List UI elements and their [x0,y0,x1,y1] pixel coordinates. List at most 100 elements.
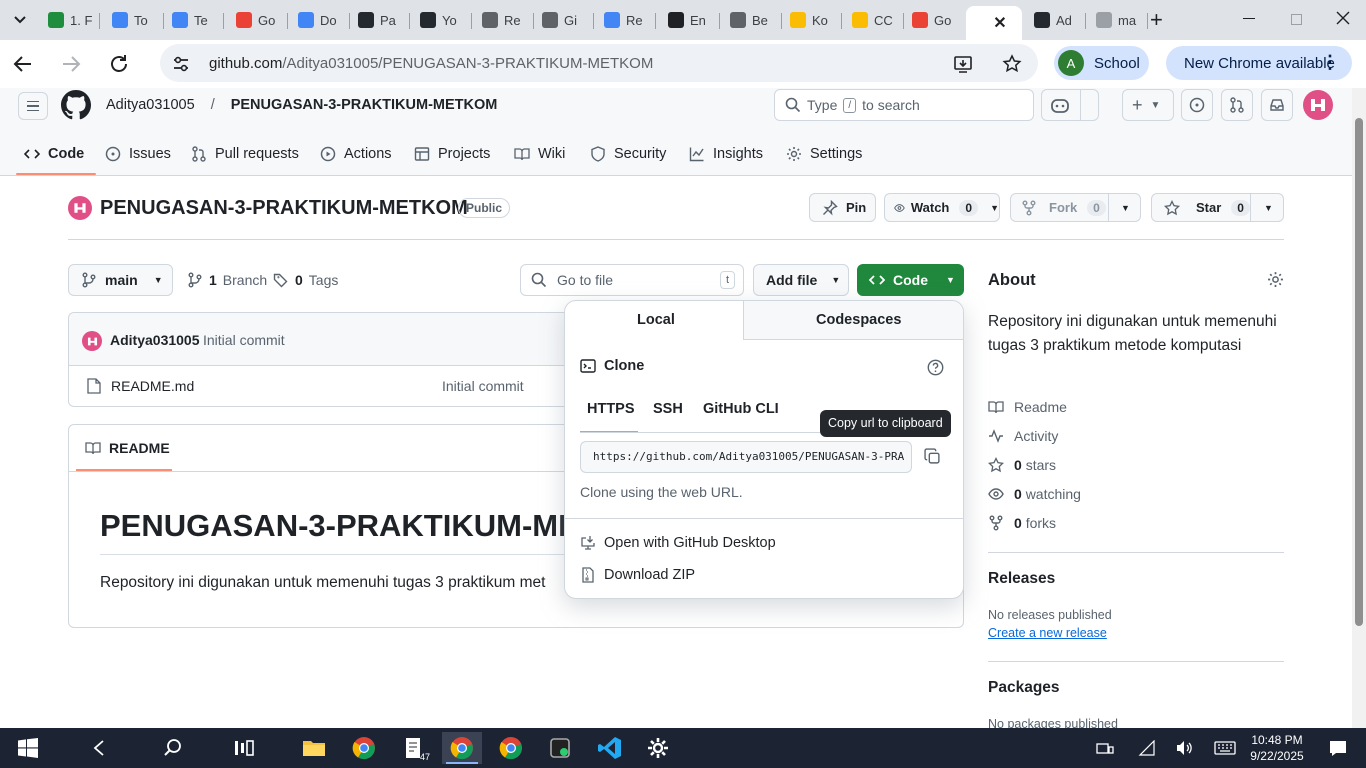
create-new-button[interactable]: + ▼ [1122,89,1174,121]
task-view-button[interactable] [224,732,264,764]
vscode-taskbar-button[interactable] [590,732,630,764]
branches-link[interactable]: 1 Branch [187,272,267,288]
activity-link[interactable]: Activity [988,428,1058,444]
protocol-tab-cli[interactable]: GitHub CLI [703,401,779,417]
inbox-icon-button[interactable] [1261,89,1293,121]
branch-selector[interactable]: main ▼ [68,264,173,296]
forward-button[interactable] [60,53,82,75]
browser-tab[interactable]: ma [1088,6,1148,34]
browser-tab[interactable]: Go [228,6,288,34]
add-file-button[interactable]: Add file ▼ [753,264,849,296]
browser-tab[interactable]: ✕ [966,6,1022,40]
tab-search-button[interactable] [8,8,32,32]
tab-wiki[interactable]: Wiki [514,143,565,165]
tab-projects[interactable]: Projects [414,143,490,165]
notifications-icon[interactable] [1318,732,1358,764]
releases-title[interactable]: Releases [988,570,1055,588]
repo-title[interactable]: PENUGASAN-3-PRAKTIKUM-METKOM [100,197,468,220]
reload-button[interactable] [108,53,130,75]
tab-security[interactable]: Security [590,143,666,165]
notepad-taskbar-button[interactable]: 47 [394,732,434,764]
browser-tab[interactable]: Pa [350,6,410,34]
issues-icon-button[interactable] [1181,89,1213,121]
browser-tab[interactable]: Te [164,6,224,34]
tab-settings[interactable]: Settings [786,143,862,165]
chrome-profile-a-taskbar-button[interactable] [442,732,482,764]
task-view-back-icon[interactable] [80,732,120,764]
restore-button[interactable] [1291,14,1302,25]
back-button[interactable] [12,53,34,75]
browser-tab[interactable]: CC [844,6,904,34]
readme-tab[interactable]: README [85,440,170,456]
browser-tab[interactable]: En [660,6,720,34]
tab-pull-requests[interactable]: Pull requests [191,143,299,165]
browser-tab[interactable]: Be [722,6,782,34]
tab-codespaces[interactable]: Codespaces [816,312,901,328]
star-button[interactable]: Star 0 ▼ [1151,193,1284,222]
browser-tab[interactable]: Ko [782,6,842,34]
file-commit-message[interactable]: Initial commit [442,378,524,394]
browser-tab[interactable]: Do [290,6,350,34]
browser-tab[interactable]: Yo [412,6,472,34]
packages-title[interactable]: Packages [988,679,1060,697]
browser-tab[interactable]: Ad [1026,6,1086,34]
volume-icon[interactable] [1164,732,1204,764]
tab-actions[interactable]: Actions [320,143,392,165]
copilot-button[interactable] [1041,89,1099,121]
browser-tab[interactable]: Re [474,6,534,34]
tags-link[interactable]: 0 Tags [273,272,338,288]
scrollbar-thumb[interactable] [1355,118,1363,626]
forks-link[interactable]: 0 forks [988,515,1056,531]
clone-url-input[interactable]: https://github.com/Aditya031005/PENUGASA… [580,441,912,473]
go-to-file-input[interactable]: Go to file t [520,264,744,296]
commit-author[interactable]: Aditya031005 [110,332,200,348]
fork-button[interactable]: Fork 0 ▼ [1010,193,1141,222]
stars-link[interactable]: 0 stars [988,457,1056,473]
tab-issues[interactable]: Issues [105,143,171,165]
browser-tab[interactable]: Go [904,6,964,34]
tab-code[interactable]: Code [24,143,84,165]
chrome-update-button[interactable]: New Chrome available ⋮ [1166,46,1352,80]
pull-requests-icon-button[interactable] [1221,89,1253,121]
open-github-desktop-item[interactable]: Open with GitHub Desktop [580,535,776,551]
settings-taskbar-button[interactable] [638,732,678,764]
site-info-icon[interactable] [171,54,191,74]
hamburger-button[interactable] [18,92,48,120]
url-text[interactable]: github.com/Aditya031005/PENUGASAN-3-PRAK… [209,55,653,72]
minimize-button[interactable] [1243,18,1255,19]
help-icon[interactable] [927,359,944,376]
chrome-taskbar-button[interactable] [344,732,384,764]
page-scrollbar[interactable] [1352,88,1366,728]
profile-chip[interactable]: A School [1054,46,1149,80]
new-tab-button[interactable]: + [1150,9,1163,31]
search-taskbar-button[interactable] [153,732,193,764]
watching-link[interactable]: 0 watching [988,486,1081,502]
protocol-tab-ssh[interactable]: SSH [653,401,683,417]
tab-local[interactable]: Local [637,312,675,328]
readme-link[interactable]: Readme [988,399,1067,415]
tray-device-icon[interactable] [1085,732,1125,764]
commit-message[interactable]: Initial commit [203,332,285,348]
pin-button[interactable]: Pin [809,193,876,222]
code-dropdown-button[interactable]: Code ▼ [857,264,964,296]
install-app-icon[interactable] [953,54,973,74]
clock[interactable]: 10:48 PM 9/22/2025 [1246,732,1308,764]
start-button[interactable] [8,732,48,764]
file-explorer-button[interactable] [294,732,334,764]
breadcrumb-repo[interactable]: PENUGASAN-3-PRAKTIKUM-METKOM [231,97,498,113]
bookmark-star-icon[interactable] [1002,54,1022,74]
browser-tab[interactable]: Re [596,6,656,34]
user-avatar[interactable] [1303,90,1333,120]
file-name[interactable]: README.md [111,378,194,394]
close-window-button[interactable] [1333,8,1353,28]
github-logo-icon[interactable] [61,90,91,120]
keyboard-icon[interactable] [1205,732,1245,764]
tab-insights[interactable]: Insights [689,143,763,165]
browser-tab[interactable]: To [104,6,164,34]
network-icon[interactable] [1127,732,1167,764]
browser-tab[interactable]: Gi [534,6,594,34]
search-input[interactable]: Type / to search [774,89,1034,121]
about-settings-icon[interactable] [1267,271,1284,288]
protocol-tab-https[interactable]: HTTPS [587,401,635,417]
chrome-profile-m-taskbar-button[interactable] [491,732,531,764]
